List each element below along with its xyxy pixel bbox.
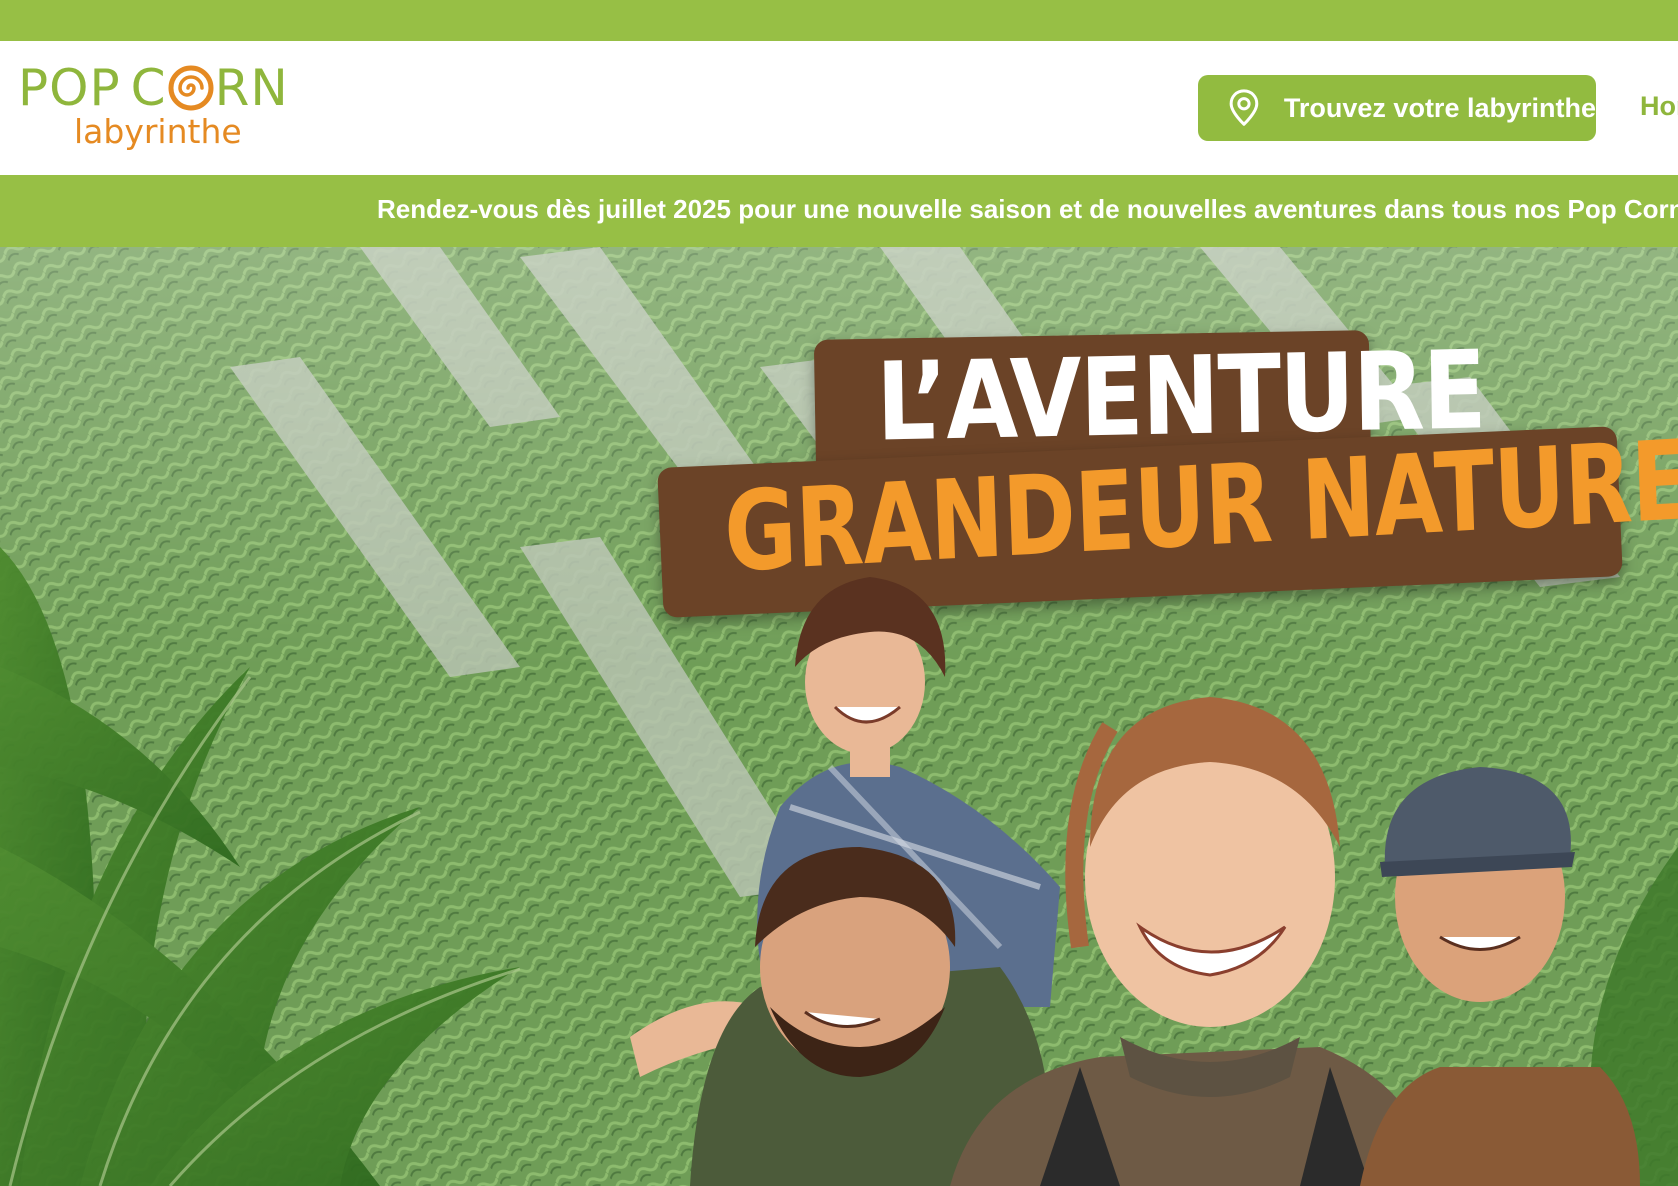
- nav-item-home[interactable]: Hor: [1640, 91, 1678, 122]
- announcement-text: Rendez-vous dès juillet 2025 pour une no…: [377, 194, 1678, 224]
- hero-banner: L’AVENTURE GRANDEUR NATURE: [0, 247, 1678, 1186]
- family-hikers-photo: [630, 577, 1640, 1186]
- spiral-icon: [168, 65, 214, 111]
- top-strip: [0, 0, 1678, 41]
- find-labyrinth-button[interactable]: Trouvez votre labyrinthe: [1198, 75, 1596, 141]
- logo[interactable]: POP C RN labyrinthe: [18, 63, 298, 163]
- find-labyrinth-label: Trouvez votre labyrinthe: [1283, 92, 1596, 123]
- logo-subtitle: labyrinthe: [74, 112, 242, 151]
- map-pin-icon: [1229, 89, 1259, 126]
- announcement-bar: Rendez-vous dès juillet 2025 pour une no…: [0, 175, 1678, 247]
- site-header: POP C RN labyrinthe Trouvez votre labyrin…: [0, 41, 1678, 175]
- logo-wordmark: POP C RN: [18, 59, 289, 117]
- teen-figure: [1360, 767, 1640, 1186]
